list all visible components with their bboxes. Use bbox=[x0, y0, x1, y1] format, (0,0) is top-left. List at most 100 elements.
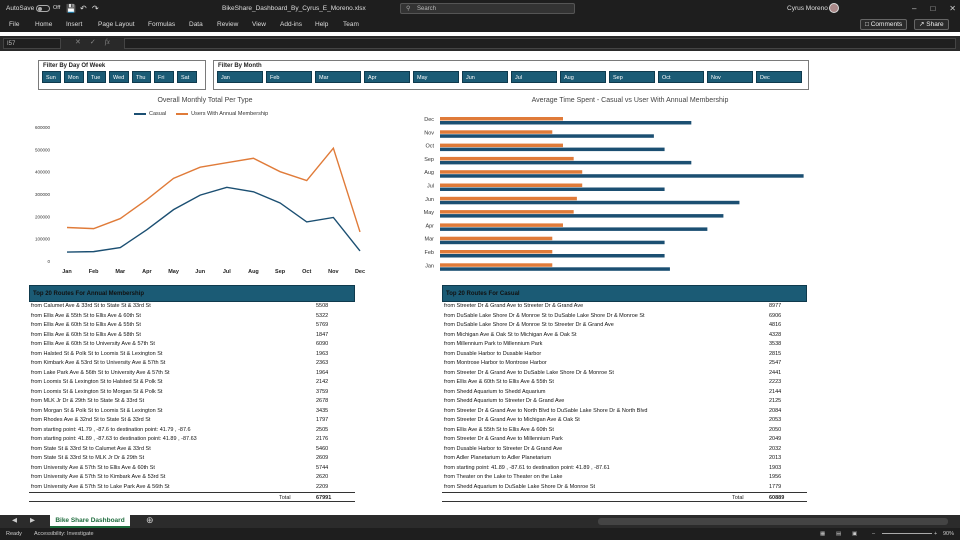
month-button-nov[interactable]: Nov bbox=[707, 71, 753, 83]
name-box[interactable]: I57 bbox=[3, 38, 61, 49]
view-pagebreak-icon[interactable]: ▣ bbox=[852, 528, 857, 540]
table-row: from MLK Jr Dr & 29th St to State St & 3… bbox=[29, 397, 355, 407]
month-button-apr[interactable]: Apr bbox=[364, 71, 410, 83]
y-tick-label: 200000 bbox=[35, 214, 51, 219]
tab-page-layout[interactable]: Page Layout bbox=[98, 17, 135, 32]
save-icon[interactable]: 💾 bbox=[66, 0, 76, 17]
route-label: from Streeter Dr & Grand Ave to Millenni… bbox=[444, 436, 563, 442]
tab-file[interactable]: File bbox=[9, 17, 19, 32]
scroll-right-icon[interactable]: ▶ bbox=[30, 516, 35, 524]
day-button-tue[interactable]: Tue bbox=[87, 71, 106, 83]
bar-annual bbox=[440, 210, 574, 214]
tab-data[interactable]: Data bbox=[189, 17, 203, 32]
bar-annual bbox=[440, 223, 563, 227]
avatar[interactable] bbox=[829, 3, 839, 13]
accessibility-status[interactable]: Accessibility: Investigate bbox=[34, 528, 94, 540]
scroll-left-icon[interactable]: ◀ bbox=[12, 516, 17, 524]
table-row: from Loomis St & Lexington St to Morgan … bbox=[29, 388, 355, 398]
zoom-level[interactable]: 90% bbox=[943, 528, 954, 540]
redo-icon[interactable]: ↷ bbox=[92, 0, 99, 17]
table-row: from starting point: 41.89 , -87.63 to d… bbox=[29, 435, 355, 445]
search-placeholder: Search bbox=[417, 6, 437, 12]
route-count: 2441 bbox=[769, 369, 782, 376]
y-tick-label: Jan bbox=[425, 263, 434, 269]
tab-formulas[interactable]: Formulas bbox=[148, 17, 175, 32]
table-row: from DuSable Lake Shore Dr & Monroe St t… bbox=[442, 321, 807, 331]
tab-team[interactable]: Team bbox=[343, 17, 359, 32]
table-row: from Shedd Aquarium to DuSable Lake Shor… bbox=[442, 483, 807, 493]
zoom-out-icon[interactable]: – bbox=[872, 528, 875, 540]
zoom-slider[interactable] bbox=[882, 533, 932, 534]
day-button-fri[interactable]: Fri bbox=[154, 71, 174, 83]
view-normal-icon[interactable]: ▦ bbox=[820, 528, 825, 540]
cancel-icon[interactable]: ✕ bbox=[75, 38, 81, 46]
x-tick-label: Oct bbox=[302, 269, 311, 275]
line-chart: 0 100000 200000 300000 400000 500000 600000 Jan… bbox=[35, 125, 365, 275]
route-count: 4328 bbox=[769, 331, 782, 338]
bar-casual bbox=[440, 160, 692, 165]
search-box[interactable]: ⚲ Search bbox=[400, 3, 575, 14]
view-layout-icon[interactable]: ▤ bbox=[836, 528, 841, 540]
month-button-mar[interactable]: Mar bbox=[315, 71, 361, 83]
day-button-thu[interactable]: Thu bbox=[132, 71, 151, 83]
route-label: from Shedd Aquarium to Streeter Dr & Gra… bbox=[444, 398, 565, 404]
table-row: from Ellis Ave & 60th St to Ellis Ave & … bbox=[29, 321, 355, 331]
month-button-dec[interactable]: Dec bbox=[756, 71, 802, 83]
day-button-sat[interactable]: Sat bbox=[177, 71, 197, 83]
tab-insert[interactable]: Insert bbox=[66, 17, 82, 32]
x-tick-label: Apr bbox=[142, 269, 152, 275]
route-label: from Michigan Ave & Oak St to Michigan A… bbox=[444, 331, 577, 338]
table-row: from Streeter Dr & Grand Ave to DuSable … bbox=[442, 369, 807, 379]
function-icon[interactable]: fx bbox=[105, 38, 110, 46]
route-count: 2815 bbox=[769, 350, 782, 357]
day-button-mon[interactable]: Mon bbox=[64, 71, 84, 83]
close-icon[interactable]: ✕ bbox=[949, 4, 956, 13]
table-row: from Montrose Harbor to Montrose Harbor 2… bbox=[442, 359, 807, 369]
month-button-feb[interactable]: Feb bbox=[266, 71, 312, 83]
tab-help[interactable]: Help bbox=[315, 17, 328, 32]
day-button-wed[interactable]: Wed bbox=[109, 71, 129, 83]
route-label: from Ellis Ave & 60th St to Ellis Ave & … bbox=[31, 322, 141, 328]
sheet-tab-dashboard[interactable]: Bike Share Dashboard bbox=[50, 515, 130, 528]
annual-table-total-row: Total 67991 bbox=[29, 492, 355, 502]
month-button-jul[interactable]: Jul bbox=[511, 71, 557, 83]
tab-add-ins[interactable]: Add-ins bbox=[280, 17, 302, 32]
undo-icon[interactable]: ↶ bbox=[80, 0, 87, 17]
table-row: from Ellis Ave & 60th St to Ellis Ave & … bbox=[442, 378, 807, 388]
month-button-jun[interactable]: Jun bbox=[462, 71, 508, 83]
enter-icon[interactable]: ✓ bbox=[90, 38, 96, 46]
tab-view[interactable]: View bbox=[252, 17, 266, 32]
share-button[interactable]: ↗ Share bbox=[914, 19, 949, 30]
month-button-may[interactable]: May bbox=[413, 71, 459, 83]
route-count: 2032 bbox=[769, 445, 782, 452]
casual-routes-table: Top 20 Routes For Casual from Streeter D… bbox=[442, 285, 807, 502]
route-label: from DuSable Lake Shore Dr & Monroe St t… bbox=[444, 312, 645, 319]
month-button-sep[interactable]: Sep bbox=[609, 71, 655, 83]
table-row: from Dusable Harbor to Streeter Dr & Gra… bbox=[442, 445, 807, 455]
title-bar: AutoSave Off 💾 ↶ ↷ BikeShare_Dashboard_B… bbox=[0, 0, 960, 17]
month-button-jan[interactable]: Jan bbox=[217, 71, 263, 83]
horizontal-scrollbar[interactable] bbox=[598, 518, 948, 525]
comments-button[interactable]: □ Comments bbox=[860, 19, 908, 30]
bar-chart: DecNovOctSepAugJulJunMayAprMarFebJan0:00… bbox=[424, 117, 804, 271]
formula-input[interactable] bbox=[124, 38, 956, 49]
zoom-in-icon[interactable]: + bbox=[934, 528, 937, 540]
route-count: 2050 bbox=[769, 426, 782, 433]
route-label: from starting point: 41.89 , -87.61 to d… bbox=[444, 464, 610, 471]
x-tick-label: Nov bbox=[328, 269, 339, 275]
table-row: from Shedd Aquarium to Shedd Aquarium 214… bbox=[442, 388, 807, 398]
minimize-icon[interactable]: – bbox=[912, 4, 916, 13]
bar-annual bbox=[440, 156, 574, 161]
add-sheet-icon[interactable]: ⊕ bbox=[146, 515, 154, 526]
bar-annual bbox=[440, 117, 563, 121]
month-button-aug[interactable]: Aug bbox=[560, 71, 606, 83]
table-row: from University Ave & 57th St to Kimbark… bbox=[29, 473, 355, 483]
autosave-toggle[interactable] bbox=[36, 5, 50, 12]
tab-home[interactable]: Home bbox=[35, 17, 52, 32]
route-count: 1963 bbox=[316, 350, 329, 357]
day-button-sun[interactable]: Sun bbox=[42, 71, 61, 83]
route-count: 1956 bbox=[769, 474, 782, 480]
month-button-oct[interactable]: Oct bbox=[658, 71, 704, 83]
maximize-icon[interactable]: □ bbox=[930, 4, 935, 13]
tab-review[interactable]: Review bbox=[217, 17, 238, 32]
